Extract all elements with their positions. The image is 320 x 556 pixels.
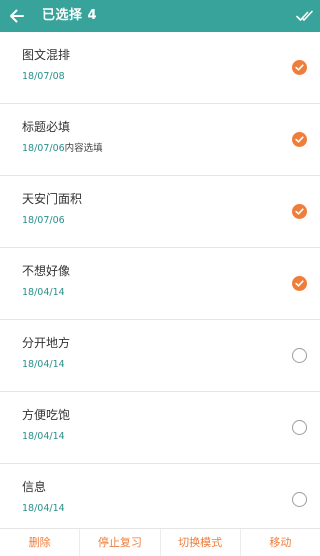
app-bar: 已选择 4 bbox=[0, 0, 320, 32]
list-item[interactable]: 不想好像 18/04/14 bbox=[0, 248, 320, 320]
check-circle-icon[interactable] bbox=[292, 204, 307, 219]
item-date: 18/07/06 bbox=[22, 215, 65, 226]
item-date: 18/04/14 bbox=[22, 431, 65, 442]
item-meta: 18/04/14 bbox=[22, 502, 65, 516]
item-title: 不想好像 bbox=[22, 264, 71, 278]
empty-circle-icon[interactable] bbox=[292, 348, 307, 363]
arrow-left-icon[interactable] bbox=[8, 7, 26, 25]
list-item[interactable]: 天安门面积 18/07/06 bbox=[0, 176, 320, 248]
item-extra: 内容选填 bbox=[64, 143, 103, 154]
item-date: 18/04/14 bbox=[22, 359, 65, 370]
check-circle-icon[interactable] bbox=[292, 276, 307, 291]
list-item[interactable]: 方便吃饱 18/04/14 bbox=[0, 392, 320, 464]
switch-mode-button[interactable]: 切换模式 bbox=[161, 529, 241, 556]
move-button[interactable]: 移动 bbox=[241, 529, 320, 556]
item-title: 分开地方 bbox=[22, 336, 71, 350]
check-circle-icon[interactable] bbox=[292, 60, 307, 75]
double-check-icon[interactable] bbox=[296, 7, 314, 25]
list-item[interactable]: 信息 18/04/14 bbox=[0, 464, 320, 528]
check-circle-icon[interactable] bbox=[292, 132, 307, 147]
list-item[interactable]: 分开地方 18/04/14 bbox=[0, 320, 320, 392]
page-title: 已选择 4 bbox=[42, 8, 98, 23]
item-title: 方便吃饱 bbox=[22, 408, 71, 422]
item-date: 18/07/08 bbox=[22, 71, 65, 82]
item-title: 图文混排 bbox=[22, 48, 71, 62]
item-meta: 18/07/08 bbox=[22, 70, 65, 84]
stop-review-button[interactable]: 停止复习 bbox=[80, 529, 161, 556]
item-meta: 18/04/14 bbox=[22, 430, 65, 444]
empty-circle-icon[interactable] bbox=[292, 492, 307, 507]
item-date: 18/04/14 bbox=[22, 287, 65, 298]
item-meta: 18/07/06 bbox=[22, 214, 65, 228]
list-item[interactable]: 图文混排 18/07/08 bbox=[0, 32, 320, 104]
item-title: 标题必填 bbox=[22, 120, 71, 134]
bottom-action-bar: 删除 停止复习 切换模式 移动 bbox=[0, 528, 320, 556]
item-meta: 18/04/14 bbox=[22, 286, 65, 300]
item-meta: 18/07/06内容选填 bbox=[22, 142, 103, 156]
delete-button[interactable]: 删除 bbox=[0, 529, 81, 556]
item-meta: 18/04/14 bbox=[22, 358, 65, 372]
item-date: 18/07/06 bbox=[22, 143, 65, 154]
empty-circle-icon[interactable] bbox=[292, 420, 307, 435]
item-date: 18/04/14 bbox=[22, 503, 65, 514]
note-list: 图文混排 18/07/08 标题必填 18/07/06内容选填 天安门面积 18… bbox=[0, 32, 320, 528]
item-title: 天安门面积 bbox=[22, 192, 83, 206]
list-item[interactable]: 标题必填 18/07/06内容选填 bbox=[0, 104, 320, 176]
item-title: 信息 bbox=[22, 480, 47, 494]
